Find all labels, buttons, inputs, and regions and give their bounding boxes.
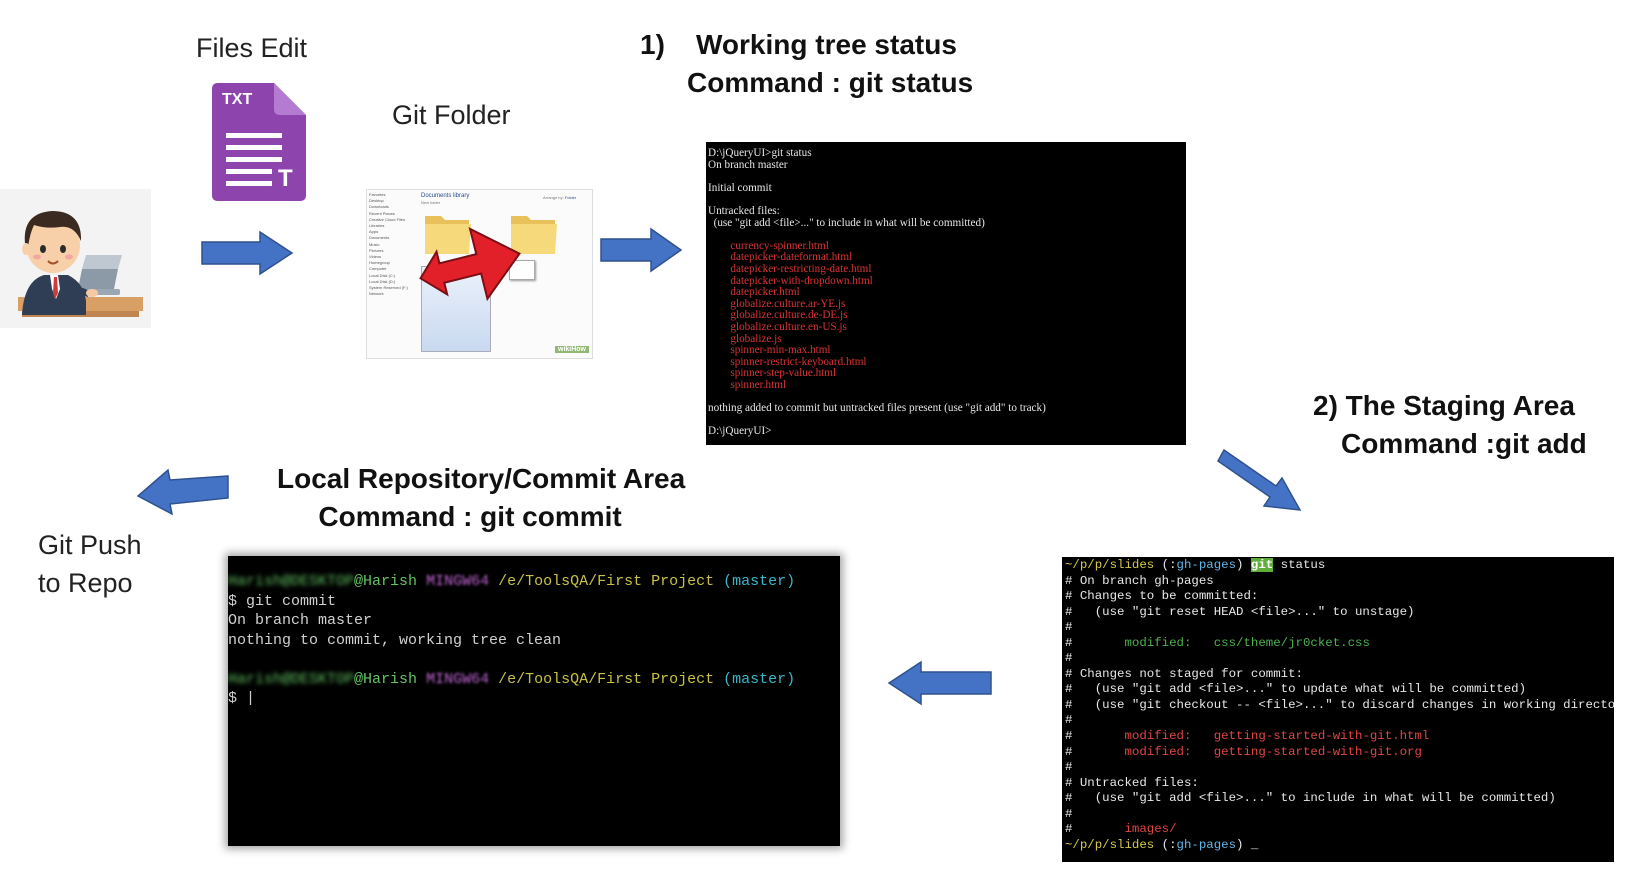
- terminal-line: # (use "git add <file>..." to update wha…: [1065, 682, 1527, 697]
- working-tree-command: Command : git status: [687, 67, 974, 98]
- terminal-line: # Changes not staged for commit:: [1065, 666, 1303, 681]
- terminal-line: #: [1065, 620, 1073, 635]
- prompt-path: ~/p/p/slides: [1065, 837, 1155, 852]
- prompt-line: ~/p/p/slides (:gh-pages) _: [1065, 837, 1259, 852]
- git-push-label: Git Push to Repo: [38, 526, 142, 602]
- terminal-line: datepicker-restricting-date.html: [708, 262, 872, 275]
- explorer-arrange: Arrange by: Folder: [543, 195, 577, 200]
- terminal-line: # modified: getting-started-with-git.htm…: [1065, 729, 1430, 744]
- terminal-line: globalize.culture.en-US.js: [708, 320, 847, 333]
- prompt-line: Harish@DESKTOP@Harish MINGW64 /e/ToolsQA…: [228, 572, 840, 592]
- prompt-user: @Harish: [354, 670, 418, 688]
- local-repo-command: Command : git commit: [318, 501, 622, 532]
- terminal-line: spinner-min-max.html: [708, 344, 831, 357]
- terminal-line: #: [1065, 713, 1073, 728]
- explorer-header: Documents library: [421, 193, 470, 199]
- cursor: _: [1243, 837, 1259, 852]
- explorer-sidebar: Favorites Desktop Downloads Recent Places Cr…: [369, 192, 419, 356]
- wikihow-watermark: wikiHow: [555, 346, 590, 353]
- terminal-line: # Untracked files:: [1065, 775, 1199, 790]
- prompt-host: MINGW64: [426, 670, 490, 688]
- prompt-user: @Harish: [354, 573, 418, 590]
- terminal-line: Untracked files:: [708, 204, 780, 217]
- command-line: $ git commit: [228, 592, 337, 610]
- terminal-line: On branch master: [708, 158, 788, 171]
- developer-illustration: [0, 189, 151, 328]
- explorer-window: Favorites Desktop Downloads Recent Places Cr…: [366, 189, 593, 359]
- explorer-subheader: New folder: [421, 200, 441, 205]
- prompt-host: MINGW64: [426, 573, 490, 590]
- terminal-line: nothing added to commit but untracked fi…: [708, 402, 1046, 415]
- prompt-branch: gh-pages: [1176, 837, 1237, 852]
- output-line: nothing to commit, working tree clean: [228, 631, 562, 649]
- git-push-line1: Git Push: [38, 530, 142, 560]
- terminal-line: (use "git add <file>..." to include in w…: [708, 216, 985, 229]
- git-add-terminal: ~/p/p/slides (:gh-pages) git status # On…: [1062, 557, 1614, 862]
- prompt-path: /e/ToolsQA/First Project: [498, 670, 715, 688]
- txt-letter: T: [278, 165, 293, 192]
- terminal-line: datepicker.html: [708, 286, 800, 299]
- arrow-down-right-icon: [1217, 448, 1302, 511]
- blurred-user: Harish@DESKTOP: [228, 670, 355, 688]
- prompt-branch: (master): [723, 573, 796, 590]
- prompt-line: ~/p/p/slides (:gh-pages) git status: [1065, 558, 1326, 572]
- arrow-right-icon: [201, 230, 294, 276]
- arrow-left-icon: [136, 468, 229, 516]
- local-repo-title: Local Repository/Commit Area: [277, 463, 686, 494]
- terminal-line: #: [1065, 760, 1073, 775]
- prompt-branch: (master): [723, 670, 796, 688]
- git-push-line2: to Repo: [38, 568, 133, 598]
- terminal-line: D:\jQueryUI>: [708, 425, 772, 438]
- terminal-line: # On branch gh-pages: [1065, 573, 1214, 588]
- blurred-user: Harish@DESKTOP: [228, 573, 355, 590]
- local-repo-heading: Local Repository/Commit Area Command : g…: [277, 460, 685, 536]
- terminal-line: # modified: getting-started-with-git.org: [1065, 744, 1422, 759]
- staging-heading: 2) The Staging Area Command :git add: [1313, 387, 1587, 463]
- terminal-line: Initial commit: [708, 181, 772, 194]
- files-edit-label: Files Edit: [196, 33, 308, 63]
- terminal-line: # modified: css/theme/jr0cket.css: [1065, 635, 1370, 650]
- output-line: On branch master: [228, 612, 373, 629]
- working-tree-title: 1) Working tree status: [640, 29, 957, 60]
- prompt-cursor: $ |: [228, 690, 256, 707]
- git-commit-terminal: Harish@DESKTOP@Harish MINGW64 /e/ToolsQA…: [228, 556, 840, 846]
- git-folder-label: Git Folder: [392, 100, 511, 130]
- terminal-line: # Changes to be committed:: [1065, 589, 1259, 604]
- prompt-path: ~/p/p/slides: [1065, 558, 1155, 572]
- txt-file-icon: TXT T: [212, 83, 306, 201]
- terminal-line: #: [1065, 806, 1073, 821]
- txt-badge: TXT: [222, 91, 253, 108]
- terminal-line: #: [1065, 651, 1073, 666]
- staging-title: 2) The Staging Area: [1313, 390, 1575, 421]
- git-command-highlight: git: [1250, 558, 1274, 572]
- prompt-path: /e/ToolsQA/First Project: [498, 573, 715, 590]
- working-tree-heading: 1) Working tree status Command : git sta…: [640, 26, 973, 102]
- terminal-line: # (use "git add <file>..." to include in…: [1065, 791, 1556, 806]
- command-rest: status: [1273, 558, 1326, 572]
- explorer-sidebar-item[interactable]: Network: [369, 291, 419, 297]
- git-status-terminal: D:\jQueryUI>git status On branch master In…: [706, 142, 1186, 445]
- terminal-line: # (use "git reset HEAD <file>..." to uns…: [1065, 604, 1415, 619]
- arrow-right-icon: [600, 227, 683, 273]
- terminal-line: # images/: [1065, 822, 1177, 837]
- staging-command: Command :git add: [1341, 428, 1587, 459]
- terminal-line: # (use "git checkout -- <file>..." to di…: [1065, 697, 1614, 712]
- prompt-line: Harish@DESKTOP@Harish MINGW64 /e/ToolsQA…: [228, 670, 840, 690]
- terminal-line: D:\jQueryUI>git status: [708, 147, 812, 159]
- prompt-branch: gh-pages: [1176, 558, 1237, 572]
- terminal-line: spinner.html: [708, 378, 787, 391]
- arrow-left-icon: [887, 660, 992, 706]
- red-drag-arrow-icon: [419, 227, 521, 302]
